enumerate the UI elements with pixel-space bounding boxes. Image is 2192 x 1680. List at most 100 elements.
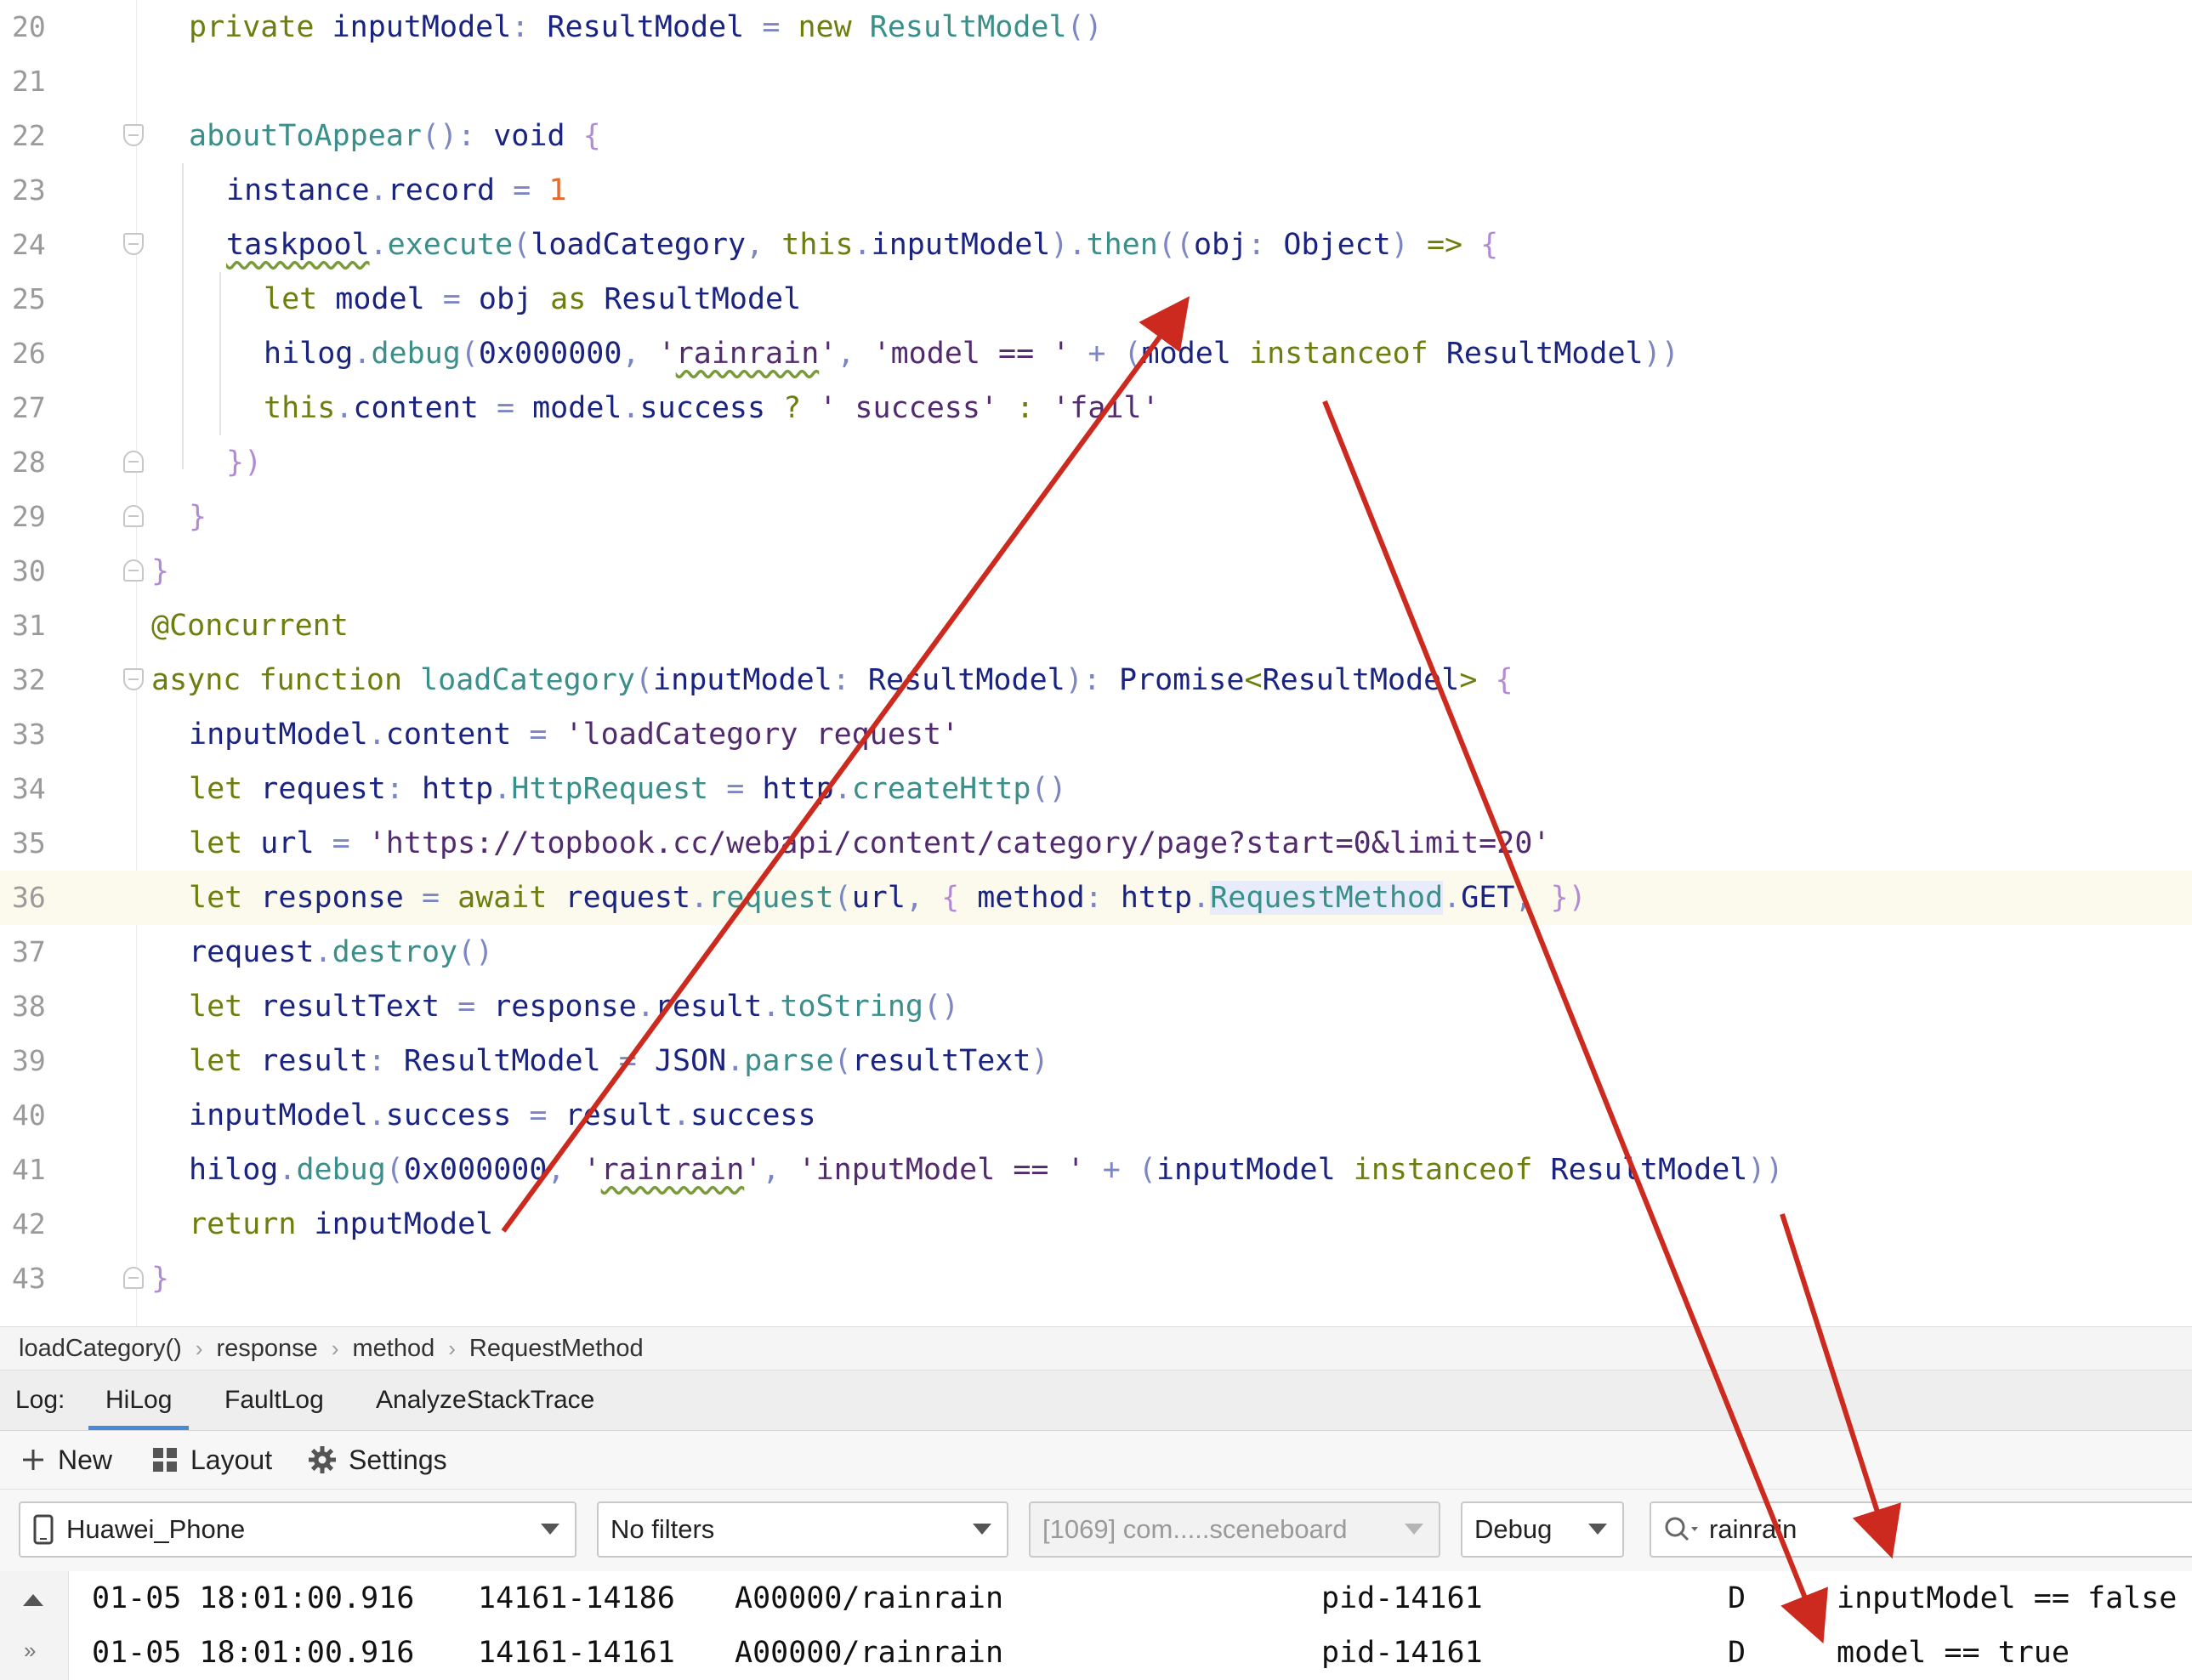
log-tab-bar: Log: HiLog FaultLog AnalyzeStackTrace [0, 1371, 2192, 1431]
code-editor[interactable]: 20 private inputModel: ResultModel = new … [0, 0, 2192, 1326]
layout-button[interactable]: Layout [151, 1431, 272, 1489]
code-token: let [189, 990, 261, 1024]
new-button[interactable]: New [20, 1431, 112, 1489]
tab-faultlog[interactable]: FaultLog [224, 1371, 324, 1430]
code-token: ( [513, 228, 531, 262]
line-number: 21 [12, 65, 46, 98]
fold-marker-icon[interactable] [123, 668, 144, 690]
code-line[interactable]: 36 let response = await request.request(u… [0, 871, 2192, 925]
code-token: result [260, 1044, 368, 1078]
line-number: 39 [12, 1044, 46, 1077]
log-level-select[interactable]: Debug [1461, 1501, 1624, 1558]
breadcrumb-item-loadcategory[interactable]: loadCategory() [19, 1335, 182, 1363]
code-line[interactable]: 34 let request: http.HttpRequest = http.c… [0, 762, 2192, 816]
code-line[interactable]: 35 let url = 'https://topbook.cc/webapi/c… [0, 816, 2192, 871]
fold-marker-icon[interactable] [123, 1267, 144, 1289]
code-token: 'loadCategory request' [565, 718, 960, 752]
log-cell-msg: model == true [1837, 1636, 2070, 1670]
line-number: 38 [12, 990, 46, 1023]
code-text: @Concurrent [151, 599, 349, 653]
code-token: obj [478, 282, 551, 316]
line-number: 22 [12, 119, 46, 152]
code-token: 1 [548, 173, 567, 207]
code-line[interactable]: 39 let result: ResultModel = JSON.parse(r… [0, 1034, 2192, 1088]
settings-button[interactable]: Settings [308, 1431, 447, 1489]
code-token: createHttp [851, 772, 1031, 806]
log-row[interactable]: 01-05 18:01:00.916 14161-14186 A00000/rain… [0, 1571, 2192, 1626]
tab-hilog[interactable]: HiLog [88, 1371, 190, 1430]
log-label: Log: [15, 1386, 65, 1414]
fold-marker-icon[interactable] [123, 451, 144, 473]
code-token: . [367, 718, 386, 752]
code-token: ResultModel [1550, 1153, 1748, 1187]
code-line[interactable]: 37 request.destroy() [0, 925, 2192, 979]
code-token: = [600, 1044, 655, 1078]
code-token: : [832, 663, 868, 697]
device-select[interactable]: Huawei_Phone [19, 1501, 576, 1558]
fold-marker-icon[interactable] [123, 505, 144, 527]
tab-analyzestacktrace[interactable]: AnalyzeStackTrace [376, 1371, 594, 1430]
code-line[interactable]: 24 taskpool.execute(loadCategory, this.in… [0, 218, 2192, 272]
code-token: ResultModel [403, 1044, 601, 1078]
breadcrumb-item-response[interactable]: response [217, 1335, 318, 1363]
line-number: 43 [12, 1262, 46, 1295]
filter-select[interactable]: No filters [597, 1501, 1008, 1558]
log-toolbar: New Layout Settings [0, 1431, 2192, 1490]
code-line[interactable]: 22 aboutToAppear(): void { [0, 109, 2192, 163]
breadcrumb-item-requestmethod[interactable]: RequestMethod [469, 1335, 644, 1363]
breadcrumb-item-method[interactable]: method [352, 1335, 434, 1363]
code-line[interactable]: 30} [0, 544, 2192, 599]
code-line[interactable]: 43} [0, 1251, 2192, 1306]
fold-marker-icon[interactable] [123, 124, 144, 146]
log-cell-msg: inputModel == false [1837, 1581, 2178, 1615]
code-token: . [493, 772, 512, 806]
code-token: debug [371, 337, 461, 371]
code-line[interactable]: 40 inputModel.success = result.success [0, 1088, 2192, 1143]
log-output[interactable]: » 01-05 18:01:00.916 14161-14186 A00000/ra… [0, 1571, 2192, 1680]
code-token: inputModel [871, 228, 1051, 262]
code-line[interactable]: 20 private inputModel: ResultModel = new … [0, 0, 2192, 54]
code-line[interactable]: 32 async function loadCategory(inputModel… [0, 653, 2192, 707]
chevron-right-icon: › [331, 1335, 339, 1361]
code-line[interactable]: 33 inputModel.content = 'loadCategory req… [0, 707, 2192, 762]
search-input[interactable]: rainrain [1650, 1501, 2192, 1558]
code-line[interactable]: 29} [0, 490, 2192, 544]
process-select[interactable]: [1069] com.....sceneboard [1029, 1501, 1440, 1558]
code-line[interactable]: 38 let resultText = response.result.toStr… [0, 979, 2192, 1034]
code-line[interactable]: 25 let model = obj as ResultModel [0, 272, 2192, 326]
code-line[interactable]: 23 instance.record = 1 [0, 163, 2192, 218]
code-token: } [151, 554, 170, 588]
code-text: hilog.debug(0x000000, 'rainrain', 'input… [189, 1143, 1784, 1197]
code-line[interactable]: 42 return inputModel [0, 1197, 2192, 1251]
code-line[interactable]: 41 hilog.debug(0x000000, 'rainrain', 'inp… [0, 1143, 2192, 1197]
fold-marker-icon[interactable] [123, 233, 144, 255]
code-line[interactable]: 28}) [0, 435, 2192, 490]
code-token: url [851, 881, 906, 915]
code-token: 'inputModel == ' [798, 1153, 1085, 1187]
code-token: ' [657, 337, 676, 371]
code-line[interactable]: 21 [0, 54, 2192, 109]
code-token: ( [1123, 337, 1142, 371]
code-token: = [744, 10, 798, 44]
line-number: 28 [12, 446, 46, 479]
code-line[interactable]: 31 @Concurrent [0, 599, 2192, 653]
code-line[interactable]: 26 hilog.debug(0x000000, 'rainrain', 'mod… [0, 326, 2192, 381]
code-token: request [260, 772, 386, 806]
code-token: model [335, 282, 425, 316]
indent-guide [219, 272, 221, 435]
code-token: ) [1031, 1044, 1049, 1078]
code-text: inputModel.success = result.success [189, 1088, 816, 1143]
code-token: request [565, 881, 691, 915]
code-token: () [923, 990, 960, 1024]
code-line[interactable]: 27 this.content = model.success ? ' succe… [0, 381, 2192, 435]
fold-marker-icon[interactable] [123, 559, 144, 582]
layout-button-label: Layout [190, 1444, 273, 1475]
log-cell-tag: A00000/rainrain [735, 1581, 1004, 1615]
chevron-right-icon: › [195, 1335, 203, 1361]
log-row[interactable]: 01-05 18:01:00.916 14161-14161 A00000/rain… [0, 1626, 2192, 1680]
code-token: inputModel [314, 1207, 494, 1241]
code-token: execute [387, 228, 514, 262]
chevron-down-icon [541, 1524, 559, 1535]
code-token: + [1084, 1153, 1139, 1187]
code-token: ' [819, 337, 838, 371]
